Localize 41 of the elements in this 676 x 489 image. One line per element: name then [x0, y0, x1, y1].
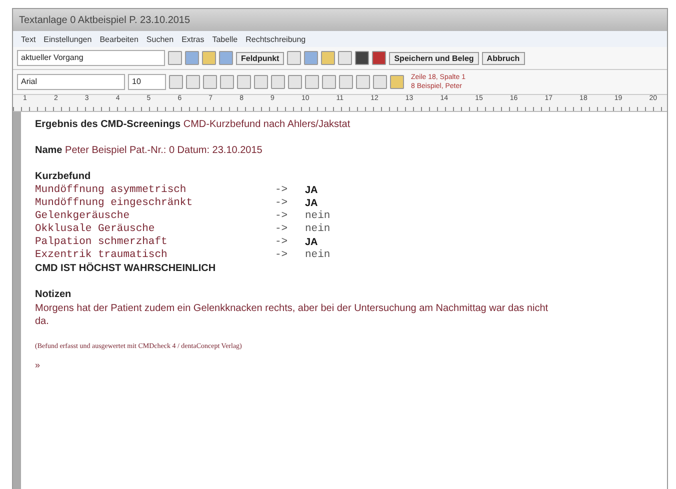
- name-value: Peter Beispiel Pat.-Nr.: 0 Datum: 23.10.2015: [65, 145, 262, 156]
- menu-item[interactable]: Tabelle: [212, 34, 238, 44]
- arrow-text: ->: [275, 197, 289, 210]
- finding-result: nein: [305, 249, 330, 262]
- conclusion: CMD IST HÖCHST WAHRSCHEINLICH: [35, 263, 216, 274]
- cancel-button[interactable]: Abbruch: [482, 52, 525, 64]
- arrow-text: ->: [275, 210, 289, 223]
- finding-label: Exzentrik traumatisch: [35, 249, 168, 262]
- finding-label: Palpation schmerzhaft: [35, 236, 168, 249]
- finding-result: JA: [305, 184, 318, 197]
- finding-label: Mundöffnung eingeschränkt: [35, 197, 194, 210]
- finding-result: JA: [305, 197, 318, 210]
- heading-value: CMD-Kurzbefund nach Ahlers/Jakstat: [183, 119, 350, 130]
- menu-item[interactable]: Extras: [182, 34, 204, 44]
- name-label: Name: [35, 145, 62, 156]
- menu-item[interactable]: Suchen: [146, 34, 174, 44]
- menu-item[interactable]: Text: [21, 34, 36, 44]
- section-title: Notizen: [35, 289, 72, 300]
- notes-text: Morgens hat der Patient zudem ein Gelenkknacken rechts, aber bei der Untersuchung am Nachmittag war das nicht da.: [35, 302, 550, 328]
- arrow-text: ->: [275, 249, 289, 262]
- finding-result: nein: [305, 210, 330, 223]
- window-title: Textanlage 0 Aktbeispiel P. 23.10.2015: [19, 14, 190, 26]
- menu-item[interactable]: Bearbeiten: [100, 34, 138, 44]
- finding-label: Okklusale Geräusche: [35, 223, 156, 236]
- font-dropdown[interactable]: Arial: [17, 74, 125, 90]
- section-title: Kurzbefund: [35, 171, 91, 182]
- save-button[interactable]: Speichern und Beleg: [389, 52, 479, 64]
- finding-label: Mundöffnung asymmetrisch: [35, 184, 188, 197]
- menu-item[interactable]: Einstellungen: [44, 34, 92, 44]
- heading-label: Ergebnis des CMD-Screenings: [35, 119, 181, 130]
- field-button[interactable]: Feldpunkt: [236, 52, 284, 64]
- process-dropdown[interactable]: aktueller Vorgang: [17, 50, 165, 66]
- arrow-text: ->: [275, 223, 289, 236]
- finding-result: nein: [305, 223, 330, 236]
- size-dropdown[interactable]: 10: [128, 74, 166, 90]
- arrow-text: ->: [275, 236, 289, 249]
- finding-result: JA: [305, 236, 318, 249]
- cursor-mark: »: [35, 360, 42, 370]
- finding-label: Gelenkgeräusche: [35, 210, 131, 223]
- arrow-text: ->: [275, 184, 289, 197]
- menu-item[interactable]: Rechtschreibung: [246, 34, 306, 44]
